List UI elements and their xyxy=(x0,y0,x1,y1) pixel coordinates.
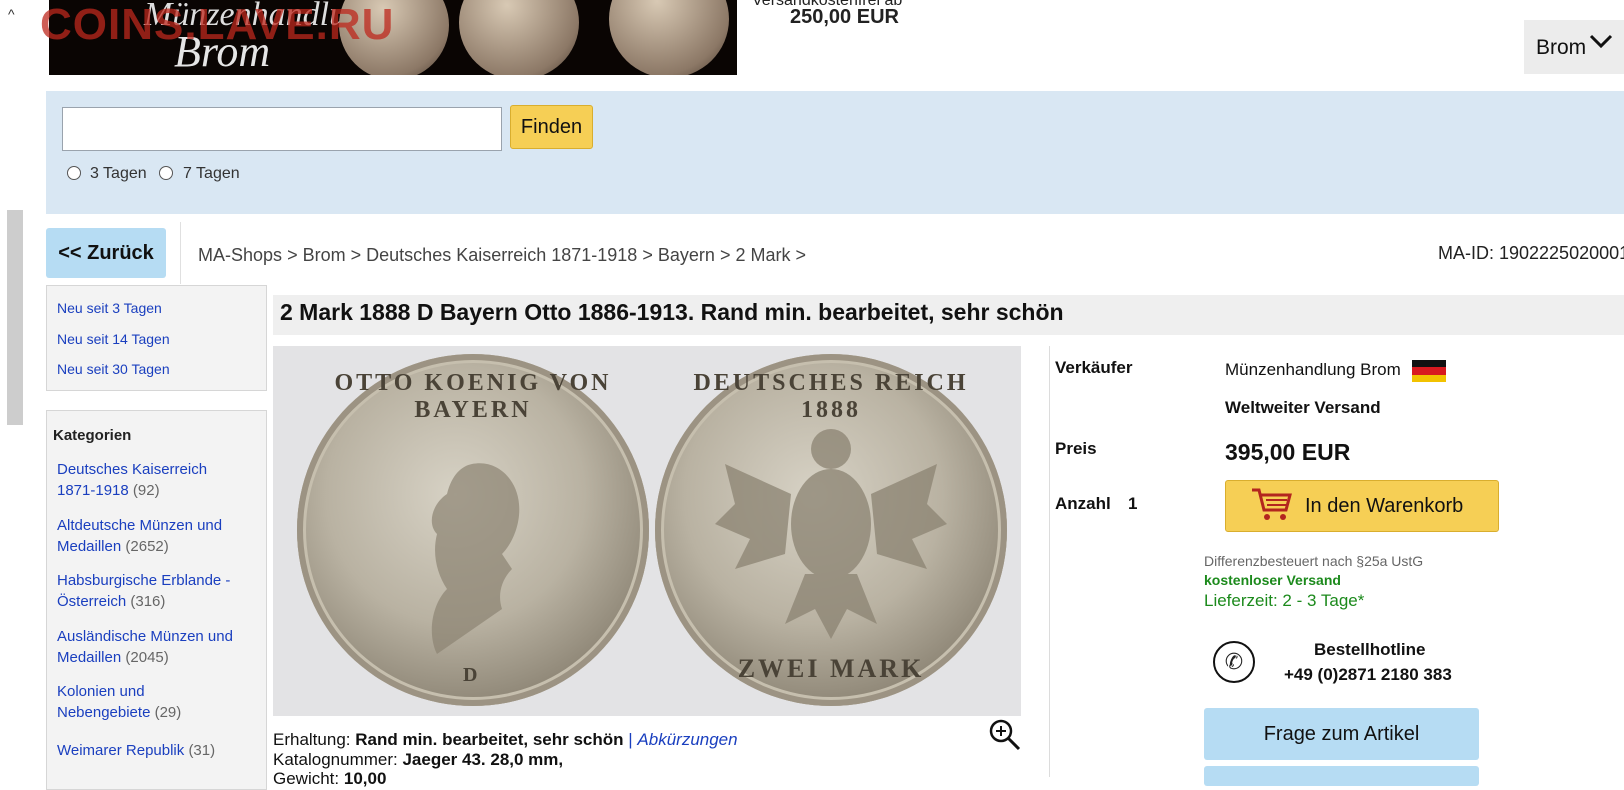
category-link[interactable]: Ausländische Münzen und Medaillen (2045) xyxy=(57,626,257,668)
price-label: Preis xyxy=(1055,439,1097,458)
ask-question-button[interactable]: Frage zum Artikel xyxy=(1204,708,1479,760)
breadcrumb-link[interactable]: Brom xyxy=(303,245,346,265)
hotline-title: Bestellhotline xyxy=(1314,640,1426,659)
weight-line: Gewicht: 10,00 xyxy=(273,769,386,789)
scrollbar-thumb[interactable] xyxy=(7,210,23,425)
shopping-cart-icon xyxy=(1250,486,1292,529)
add-to-cart-label: In den Warenkorb xyxy=(1305,495,1464,517)
category-name: Deutsches Kaiserreich xyxy=(57,461,208,478)
weight-value: 10,00 xyxy=(343,769,387,788)
weight-label: Gewicht: xyxy=(273,769,340,788)
coin-obverse-image: OTTO KOENIG VON BAYERN D xyxy=(297,354,649,706)
category-count: (2652) xyxy=(125,538,169,555)
breadcrumb-link[interactable]: Bayern xyxy=(658,245,715,265)
category-link[interactable]: Deutsches Kaiserreich 1871-1918 (92) xyxy=(57,459,257,501)
breadcrumb-link[interactable]: 2 Mark xyxy=(735,245,790,265)
breadcrumb-separator: > xyxy=(795,245,807,265)
magnifier-plus-icon[interactable] xyxy=(988,718,1022,757)
breadcrumb: MA-Shops > Brom > Deutsches Kaiserreich … xyxy=(198,245,806,266)
link-new-3-days[interactable]: Neu seit 3 Tagen xyxy=(57,300,162,316)
coin-reverse-value: ZWEI MARK xyxy=(737,654,925,683)
free-shipping-threshold: 250,00 EUR xyxy=(790,6,899,28)
breadcrumb-separator: > xyxy=(287,245,298,265)
back-button[interactable]: << Zurück xyxy=(46,228,166,278)
radio-7-days-label: 7 Tagen xyxy=(183,165,240,182)
category-name: Nebengebiete xyxy=(57,704,151,721)
radio-7-days[interactable] xyxy=(159,166,173,180)
category-name: Kolonien und xyxy=(57,683,145,700)
watermark: COINS.LAVE.RU xyxy=(40,0,395,49)
divider xyxy=(1049,346,1050,777)
category-name: Medaillen xyxy=(57,649,122,666)
ma-id: MA-ID: 1902225020001 xyxy=(1438,243,1624,263)
radio-3-days-label: 3 Tagen xyxy=(90,165,147,182)
category-name: Medaillen xyxy=(57,538,122,555)
categories-title: Kategorien xyxy=(53,427,132,444)
category-link[interactable]: Habsburgische Erblande - Österreich (316… xyxy=(57,570,257,612)
shipping-note: Weltweiter Versand xyxy=(1225,398,1381,417)
catalog-label: Katalognummer: xyxy=(273,750,398,769)
link-new-14-days[interactable]: Neu seit 14 Tagen xyxy=(57,331,170,347)
category-name: Altdeutsche Münzen und xyxy=(57,517,223,534)
breadcrumb-separator: > xyxy=(350,245,362,265)
condition-value: Rand min. bearbeitet, sehr schön xyxy=(355,730,624,749)
condition-label: Erhaltung: xyxy=(273,730,351,749)
secondary-action-button[interactable] xyxy=(1204,766,1479,786)
abbreviations-link[interactable]: Abkürzungen xyxy=(637,730,737,749)
coin-obverse-mint: D xyxy=(463,664,481,686)
account-menu-label: Brom xyxy=(1536,36,1587,59)
category-name: Habsburgische Erblande - xyxy=(57,572,231,589)
divider xyxy=(180,222,181,284)
coin-reverse-image: DEUTSCHES REICH 1888 ZWEI MARK xyxy=(655,354,1007,706)
scroll-up-icon[interactable]: ^ xyxy=(8,6,15,22)
category-name: 1871-1918 xyxy=(57,482,129,499)
category-name: Ausländische Münzen und xyxy=(57,628,233,645)
breadcrumb-link[interactable]: MA-Shops xyxy=(198,245,282,265)
category-link[interactable]: Weimarer Republik (31) xyxy=(57,740,257,761)
delivery-time: Lieferzeit: 2 - 3 Tage* xyxy=(1204,591,1365,610)
seller-link[interactable]: Münzenhandlung Brom xyxy=(1225,360,1401,380)
chevron-down-icon xyxy=(1588,28,1614,61)
product-image[interactable]: OTTO KOENIG VON BAYERN D DEUTSCHES REICH… xyxy=(273,346,1021,716)
germany-flag-icon xyxy=(1412,360,1446,382)
category-count: (2045) xyxy=(125,649,169,666)
breadcrumb-separator: > xyxy=(719,245,731,265)
category-count: (316) xyxy=(130,593,166,610)
quantity-label: Anzahl xyxy=(1055,494,1111,513)
product-title: 2 Mark 1888 D Bayern Otto 1886-1913. Ran… xyxy=(280,299,1064,325)
category-name: Österreich xyxy=(57,593,127,610)
breadcrumb-link[interactable]: Deutsches Kaiserreich 1871-1918 xyxy=(366,245,637,265)
price-value: 395,00 EUR xyxy=(1225,439,1351,465)
search-button[interactable]: Finden xyxy=(510,105,593,149)
condition-line: Erhaltung: Rand min. bearbeitet, sehr sc… xyxy=(273,730,738,750)
category-link[interactable]: Altdeutsche Münzen und Medaillen (2652) xyxy=(57,515,257,557)
category-count: (92) xyxy=(132,482,160,499)
hotline-number: +49 (0)2871 2180 383 xyxy=(1284,665,1452,684)
search-input[interactable] xyxy=(62,107,502,151)
condition-separator: | xyxy=(628,730,633,749)
category-count: (29) xyxy=(154,704,182,721)
link-new-30-days[interactable]: Neu seit 30 Tagen xyxy=(57,361,170,377)
seller-label: Verkäufer xyxy=(1055,358,1133,377)
category-link[interactable]: Kolonien und Nebengebiete (29) xyxy=(57,681,257,723)
free-shipping-note: kostenloser Versand xyxy=(1204,572,1341,588)
banner-coin-image xyxy=(459,0,579,75)
coin-reverse-legend: DEUTSCHES REICH 1888 xyxy=(693,370,969,423)
coin-obverse-legend: OTTO KOENIG VON BAYERN xyxy=(334,370,612,423)
phone-icon: ✆ xyxy=(1213,641,1255,683)
breadcrumb-separator: > xyxy=(642,245,653,265)
radio-3-days[interactable] xyxy=(67,166,81,180)
catalog-value: Jaeger 43. 28,0 mm, xyxy=(402,750,564,769)
category-count: (31) xyxy=(188,742,216,759)
quantity-value[interactable]: 1 xyxy=(1128,494,1137,514)
banner-coin-image xyxy=(609,0,729,75)
tax-note: Differenzbesteuert nach §25a UstG xyxy=(1204,553,1424,569)
category-name: Weimarer Republik xyxy=(57,742,185,759)
catalog-line: Katalognummer: Jaeger 43. 28,0 mm, xyxy=(273,750,563,770)
